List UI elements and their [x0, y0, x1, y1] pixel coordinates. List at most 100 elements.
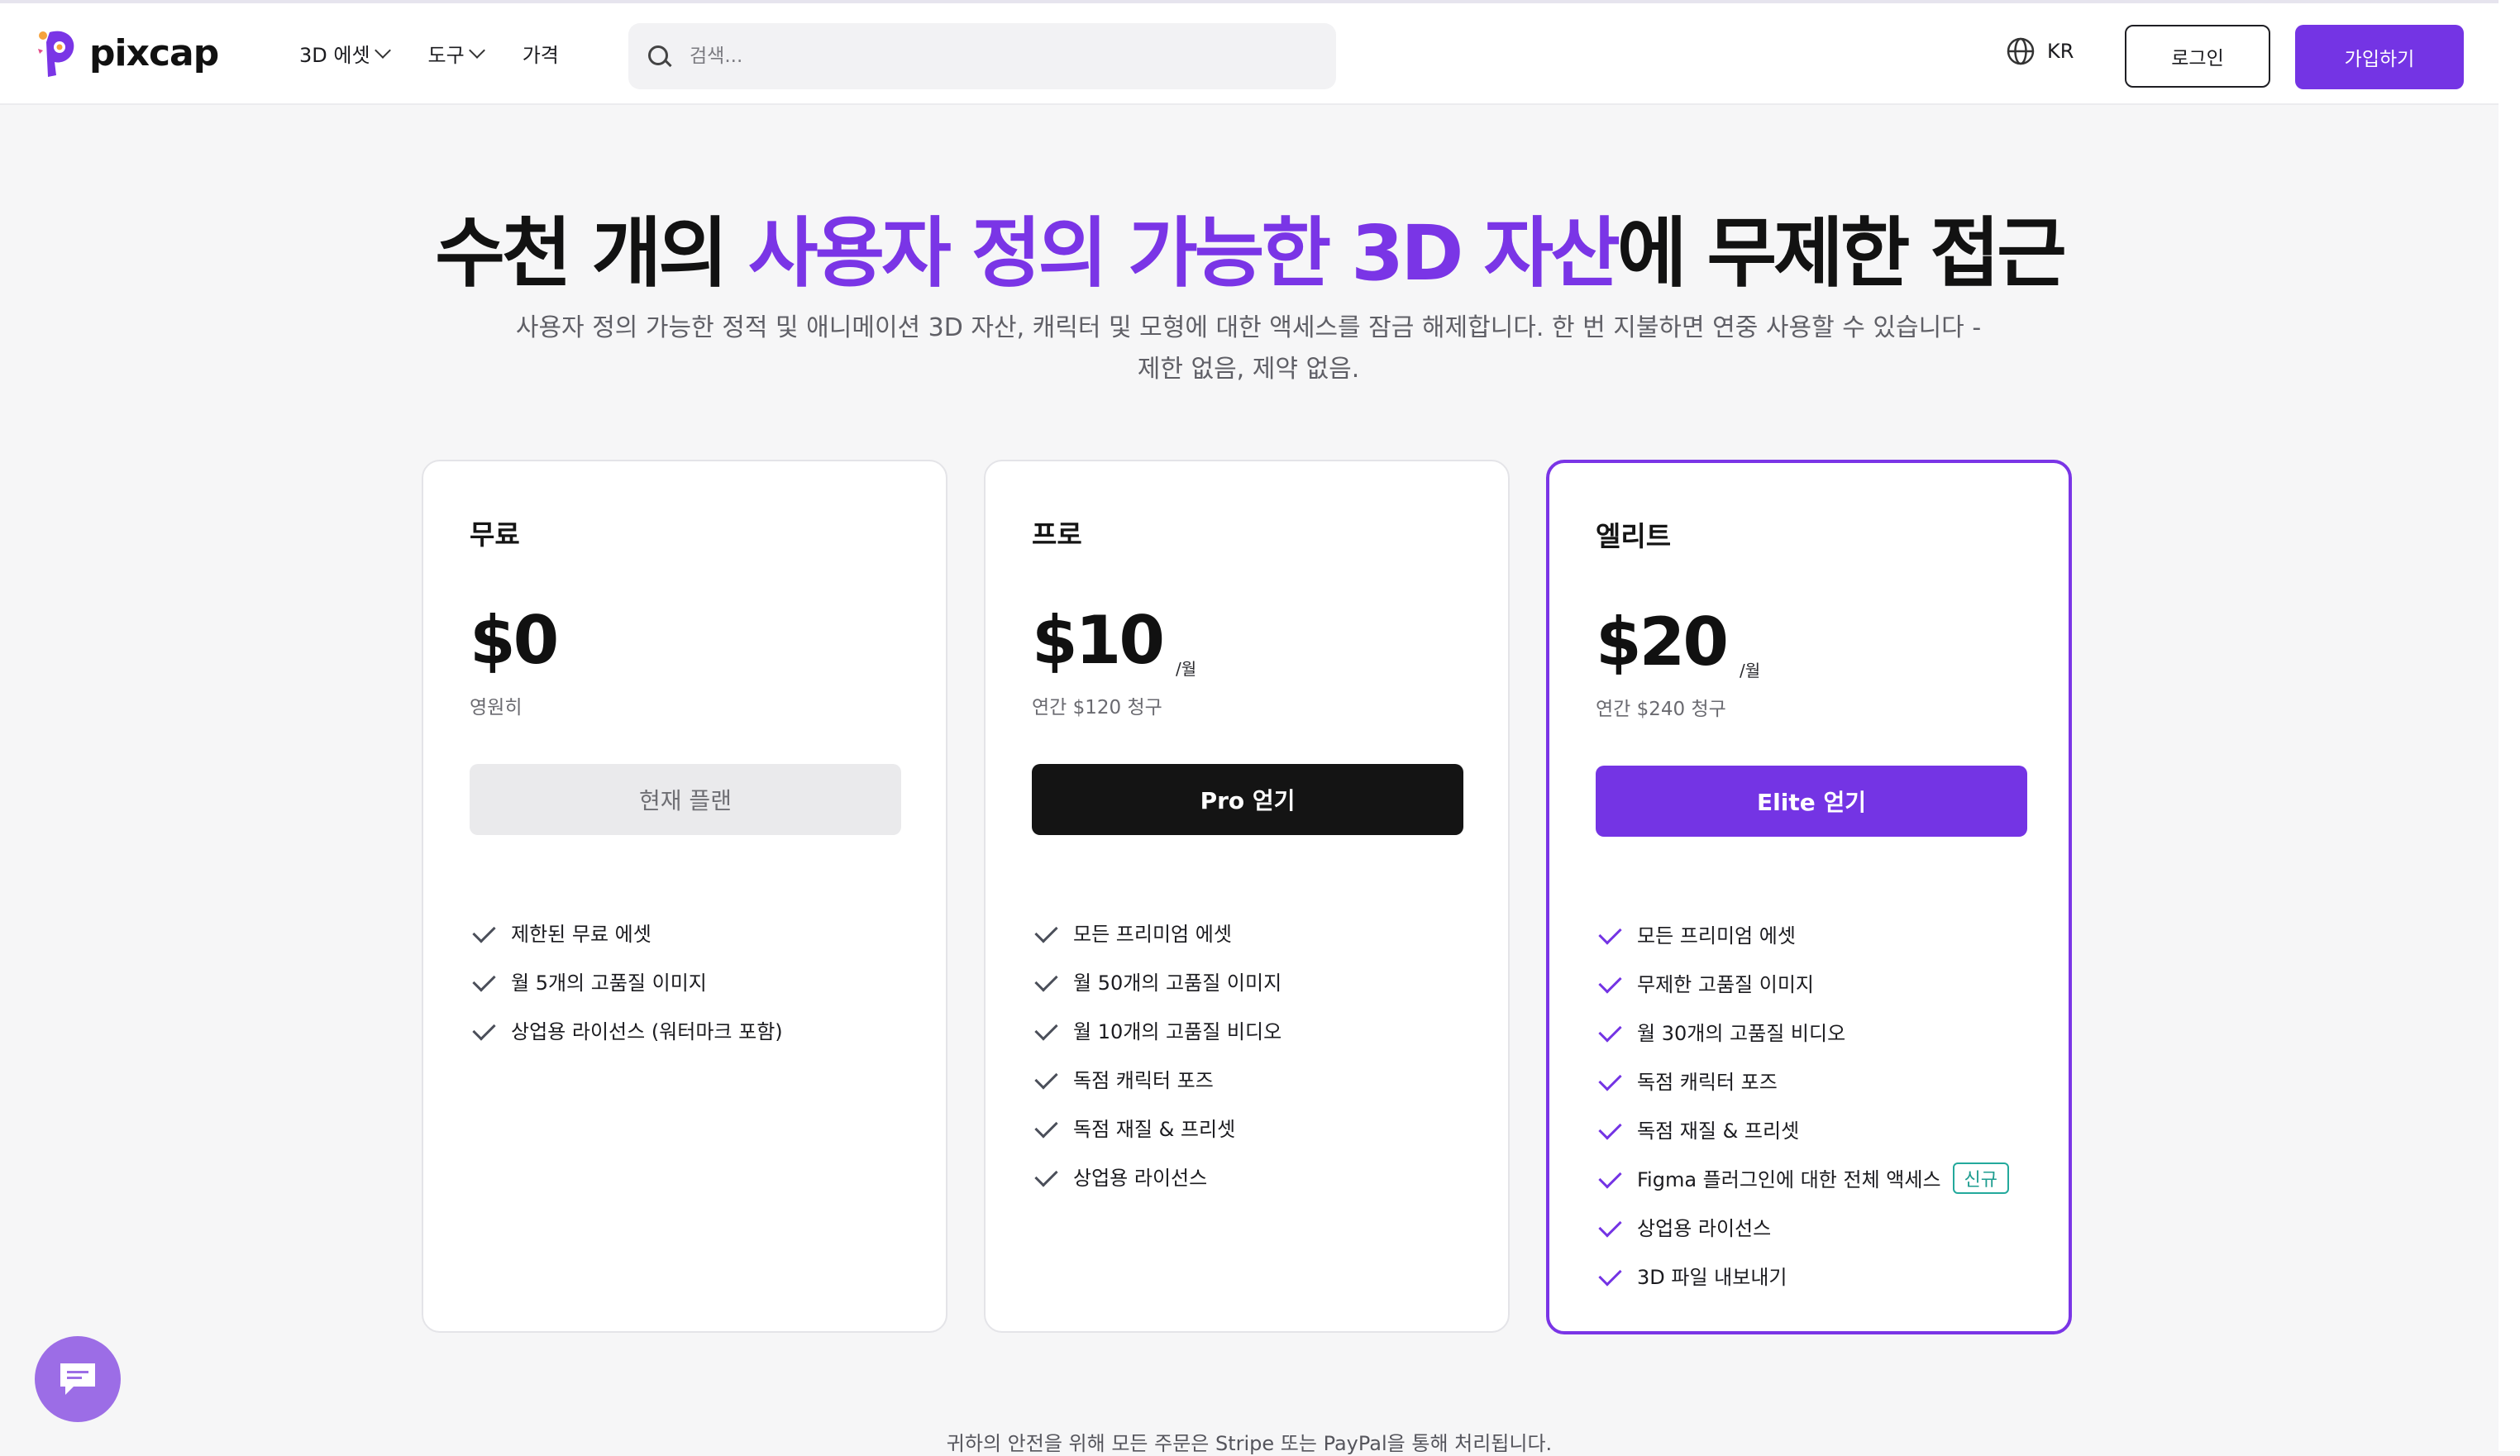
feature-label: 독점 재질 & 프리셋 [1073, 1118, 1236, 1141]
list-item: 모든 프리미엄 에셋 [1596, 909, 2009, 958]
feature-label: 독점 캐릭터 포즈 [1073, 1069, 1214, 1092]
list-item: Figma 플러그인에 대한 전체 액세스 신규 [1596, 1153, 2010, 1202]
check-icon [1596, 1217, 1624, 1237]
check-icon [1596, 924, 1624, 944]
list-item: 독점 캐릭터 포즈 [1032, 1054, 1281, 1103]
site-header: pixcap 3D 에셋 도구 가격 KR 로그인 가입하기 [0, 3, 2499, 105]
pixcap-logo-icon [38, 31, 74, 77]
search-input[interactable] [688, 45, 1320, 68]
plan-billing: 영원히 [470, 697, 523, 718]
check-icon [1596, 973, 1624, 993]
list-item: 독점 재질 & 프리셋 [1032, 1103, 1281, 1152]
feature-list: 모든 프리미엄 에셋 월 50개의 고품질 이미지 월 10개의 고품질 비디오… [1032, 908, 1281, 1201]
feature-label: 독점 캐릭터 포즈 [1637, 1071, 1778, 1094]
feature-label: 제한된 무료 에셋 [511, 923, 651, 946]
hero-title-accent: 사용자 정의 가능한 3D 자산 [747, 209, 1620, 298]
language-selector[interactable]: KR [2006, 36, 2074, 66]
check-icon [1032, 971, 1060, 991]
feature-label: 월 10개의 고품질 비디오 [1073, 1020, 1282, 1043]
chat-icon [60, 1363, 95, 1395]
search-box[interactable] [628, 23, 1336, 89]
plan-billing: 연간 $240 청구 [1596, 699, 1726, 720]
feature-label: 월 30개의 고품질 비디오 [1637, 1022, 1846, 1045]
list-item: 독점 재질 & 프리셋 [1596, 1105, 2009, 1153]
globe-icon [2007, 37, 2035, 65]
price-period: /월 [1740, 661, 1761, 680]
search-icon [648, 45, 672, 68]
list-item: 제한된 무료 에셋 [470, 908, 783, 957]
chevron-down-icon [468, 42, 485, 59]
current-plan-button[interactable]: 현재 플랜 [470, 764, 901, 835]
feature-label: 모든 프리미엄 에셋 [1637, 924, 1796, 948]
check-icon [1596, 1022, 1624, 1042]
list-item: 상업용 라이선스 [1596, 1202, 2009, 1251]
check-icon [1032, 1167, 1060, 1186]
signup-button[interactable]: 가입하기 [2295, 25, 2464, 89]
list-item: 모든 프리미엄 에셋 [1032, 908, 1281, 957]
hero-title-part2: 에 무제한 접근 [1616, 209, 2067, 298]
price-row: $10 /월 [1032, 602, 1196, 679]
feature-label: 독점 재질 & 프리셋 [1637, 1119, 1800, 1143]
list-item: 월 10개의 고품질 비디오 [1032, 1005, 1281, 1054]
nav-3d-assets[interactable]: 3D 에셋 [299, 39, 391, 68]
check-icon [1032, 923, 1060, 943]
pixcap-logo[interactable]: pixcap [33, 23, 219, 83]
plan-billing: 연간 $120 청구 [1032, 697, 1162, 718]
feature-list: 제한된 무료 에셋 월 5개의 고품질 이미지 상업용 라이선스 (워터마크 포… [470, 908, 783, 1054]
plan-name: 프로 [1032, 518, 1082, 551]
nav-tools[interactable]: 도구 [427, 39, 485, 68]
hero-subtitle: 사용자 정의 가능한 정적 및 애니메이션 3D 자산, 캐릭터 및 모형에 대… [463, 308, 2034, 390]
feature-list: 모든 프리미엄 에셋 무제한 고품질 이미지 월 30개의 고품질 비디오 독점… [1596, 909, 2010, 1300]
price-row: $0 [470, 602, 559, 679]
main-nav: 3D 에셋 도구 가격 [299, 28, 599, 78]
hero-subtitle-line2: 제한 없음, 제약 없음. [1137, 355, 1360, 384]
list-item: 상업용 라이선스 [1032, 1152, 1281, 1201]
language-label: KR [2047, 40, 2074, 63]
feature-label: 상업용 라이선스 [1073, 1167, 1208, 1190]
hero-title-part1: 수천 개의 [435, 209, 748, 298]
nav-pricing[interactable]: 가격 [523, 39, 559, 68]
hero-title: 수천 개의 사용자 정의 가능한 3D 자산에 무제한 접근 [0, 192, 2499, 302]
plan-card-free: 무료 $0 영원히 현재 플랜 제한된 무료 에셋 월 5개의 고품질 이미지 … [422, 460, 947, 1333]
plan-price: $0 [470, 602, 559, 679]
scrollbar-track[interactable] [2499, 0, 2520, 1451]
get-pro-button[interactable]: Pro 얻기 [1032, 764, 1463, 835]
list-item: 상업용 라이선스 (워터마크 포함) [470, 1005, 783, 1054]
login-button[interactable]: 로그인 [2125, 25, 2270, 88]
list-item: 3D 파일 내보내기 [1596, 1251, 2009, 1300]
plan-card-elite: 엘리트 $20 /월 연간 $240 청구 Elite 얻기 모든 프리미엄 에… [1546, 460, 2072, 1334]
price-row: $20 /월 [1596, 604, 1760, 680]
feature-label: 상업용 라이선스 (워터마크 포함) [511, 1020, 783, 1043]
plan-card-pro: 프로 $10 /월 연간 $120 청구 Pro 얻기 모든 프리미엄 에셋 월… [984, 460, 1510, 1333]
logo-text: pixcap [89, 31, 219, 74]
check-icon [1596, 1071, 1624, 1091]
hero-subtitle-line1: 사용자 정의 가능한 정적 및 애니메이션 3D 자산, 캐릭터 및 모형에 대… [515, 313, 1982, 342]
feature-label: 상업용 라이선스 [1637, 1217, 1772, 1240]
list-item: 월 50개의 고품질 이미지 [1032, 957, 1281, 1005]
chevron-down-icon [374, 42, 391, 59]
list-item: 독점 캐릭터 포즈 [1596, 1056, 2009, 1105]
feature-label: 월 5개의 고품질 이미지 [511, 971, 707, 995]
check-icon [1032, 1069, 1060, 1089]
check-icon [1032, 1020, 1060, 1040]
check-icon [470, 923, 498, 943]
price-period: /월 [1176, 659, 1197, 679]
nav-3d-assets-label: 3D 에셋 [299, 43, 370, 67]
nav-pricing-label: 가격 [522, 43, 559, 67]
plan-name: 무료 [470, 518, 520, 551]
chat-widget-button[interactable] [35, 1336, 121, 1422]
nav-tools-label: 도구 [427, 43, 465, 67]
list-item: 월 30개의 고품질 비디오 [1596, 1007, 2009, 1056]
plan-name: 엘리트 [1596, 520, 1672, 552]
list-item: 무제한 고품질 이미지 [1596, 958, 2009, 1007]
feature-label: 월 50개의 고품질 이미지 [1073, 971, 1282, 995]
plan-price: $10 [1032, 602, 1165, 679]
new-badge: 신규 [1952, 1162, 2010, 1194]
feature-label: 3D 파일 내보내기 [1637, 1266, 1787, 1289]
check-icon [1596, 1119, 1624, 1139]
check-icon [1032, 1118, 1060, 1138]
check-icon [470, 1020, 498, 1040]
get-elite-button[interactable]: Elite 얻기 [1596, 766, 2027, 837]
feature-label: Figma 플러그인에 대한 전체 액세스 [1637, 1168, 1941, 1191]
plan-price: $20 [1596, 604, 1729, 680]
